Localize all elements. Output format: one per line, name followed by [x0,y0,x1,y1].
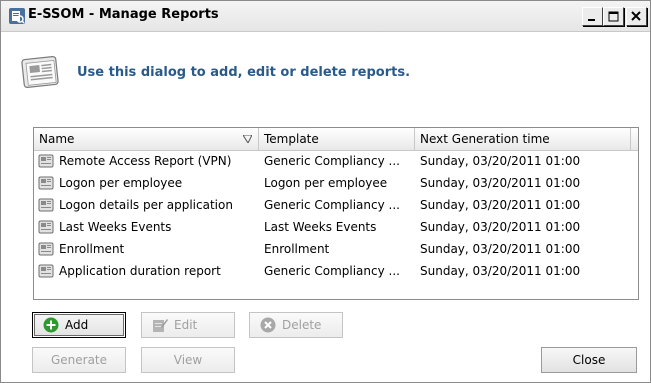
table-row[interactable]: Application duration report Generic Comp… [34,260,638,282]
cell-template: Generic Compliancy ... [264,264,400,278]
report-icon [38,220,54,234]
cell-template: Generic Compliancy ... [264,154,400,168]
close-window-button[interactable] [626,7,647,26]
column-header-next-generation[interactable]: Next Generation time [415,128,631,150]
generate-button-label: Generate [50,353,108,367]
cell-next-generation: Sunday, 03/20/2011 01:00 [420,176,581,190]
view-button-label: View [173,353,203,367]
cell-name: Application duration report [59,264,221,278]
cell-name: Enrollment [59,242,125,256]
cell-next-generation: Sunday, 03/20/2011 01:00 [420,242,581,256]
cell-name: Logon details per application [59,198,233,212]
cell-template: Enrollment [264,242,330,256]
edit-document-icon [153,319,168,332]
report-manager-icon [9,8,25,24]
dialog-header: Use this dialog to add, edit or delete r… [1,32,650,112]
newspaper-icon [21,55,59,89]
report-icon [38,264,54,278]
cell-next-generation: Sunday, 03/20/2011 01:00 [420,220,581,234]
close-button[interactable]: Close [541,347,637,373]
instruction-text: Use this dialog to add, edit or delete r… [77,65,411,80]
minimize-icon [588,19,595,21]
delete-button-label: Delete [282,318,322,332]
table-row[interactable]: Logon per employee Logon per employee Su… [34,172,638,194]
sort-filter-icon[interactable] [243,135,252,143]
column-header-label: Name [39,132,75,146]
add-button[interactable]: Add [32,312,126,338]
table-row[interactable]: Remote Access Report (VPN) Generic Compl… [34,150,638,172]
cell-name: Last Weeks Events [59,220,172,234]
cell-name: Logon per employee [59,176,183,190]
cell-template: Logon per employee [264,176,388,190]
report-icon [38,154,54,168]
close-button-label: Close [572,353,606,367]
list-header: Name Template Next Generation time [34,128,638,151]
column-header-name[interactable]: Name [34,128,259,150]
minimize-button[interactable] [582,7,603,26]
view-button[interactable]: View [141,347,235,373]
reports-list[interactable]: Name Template Next Generation time Remot… [33,127,639,300]
edit-button[interactable]: Edit [141,312,235,338]
plus-circle-icon [43,317,59,333]
maximize-button[interactable] [603,7,624,26]
table-row[interactable]: Logon details per application Generic Co… [34,194,638,216]
delete-button[interactable]: Delete [249,312,343,338]
generate-button[interactable]: Generate [32,347,126,373]
close-icon [631,11,641,21]
column-header-template[interactable]: Template [259,128,415,150]
cell-name: Remote Access Report (VPN) [59,154,232,168]
title-bar[interactable]: E-SSOM - Manage Reports [1,1,650,32]
cell-next-generation: Sunday, 03/20/2011 01:00 [420,264,581,278]
report-icon [38,198,54,212]
delete-circle-icon [260,317,276,333]
cell-template: Generic Compliancy ... [264,198,400,212]
edit-button-label: Edit [174,318,198,332]
report-icon [38,242,54,256]
table-row[interactable]: Last Weeks Events Last Weeks Events Sund… [34,216,638,238]
cell-next-generation: Sunday, 03/20/2011 01:00 [420,198,581,212]
add-button-label: Add [65,318,89,332]
report-icon [38,176,54,190]
manage-reports-window: E-SSOM - Manage Reports Use this dialog … [0,0,651,383]
column-header-label: Next Generation time [420,132,550,146]
window-title: E-SSOM - Manage Reports [28,7,219,22]
column-header-label: Template [264,132,319,146]
table-row[interactable]: Enrollment Enrollment Sunday, 03/20/2011… [34,238,638,260]
cell-next-generation: Sunday, 03/20/2011 01:00 [420,154,581,168]
maximize-icon [608,11,619,22]
cell-template: Last Weeks Events [264,220,377,234]
